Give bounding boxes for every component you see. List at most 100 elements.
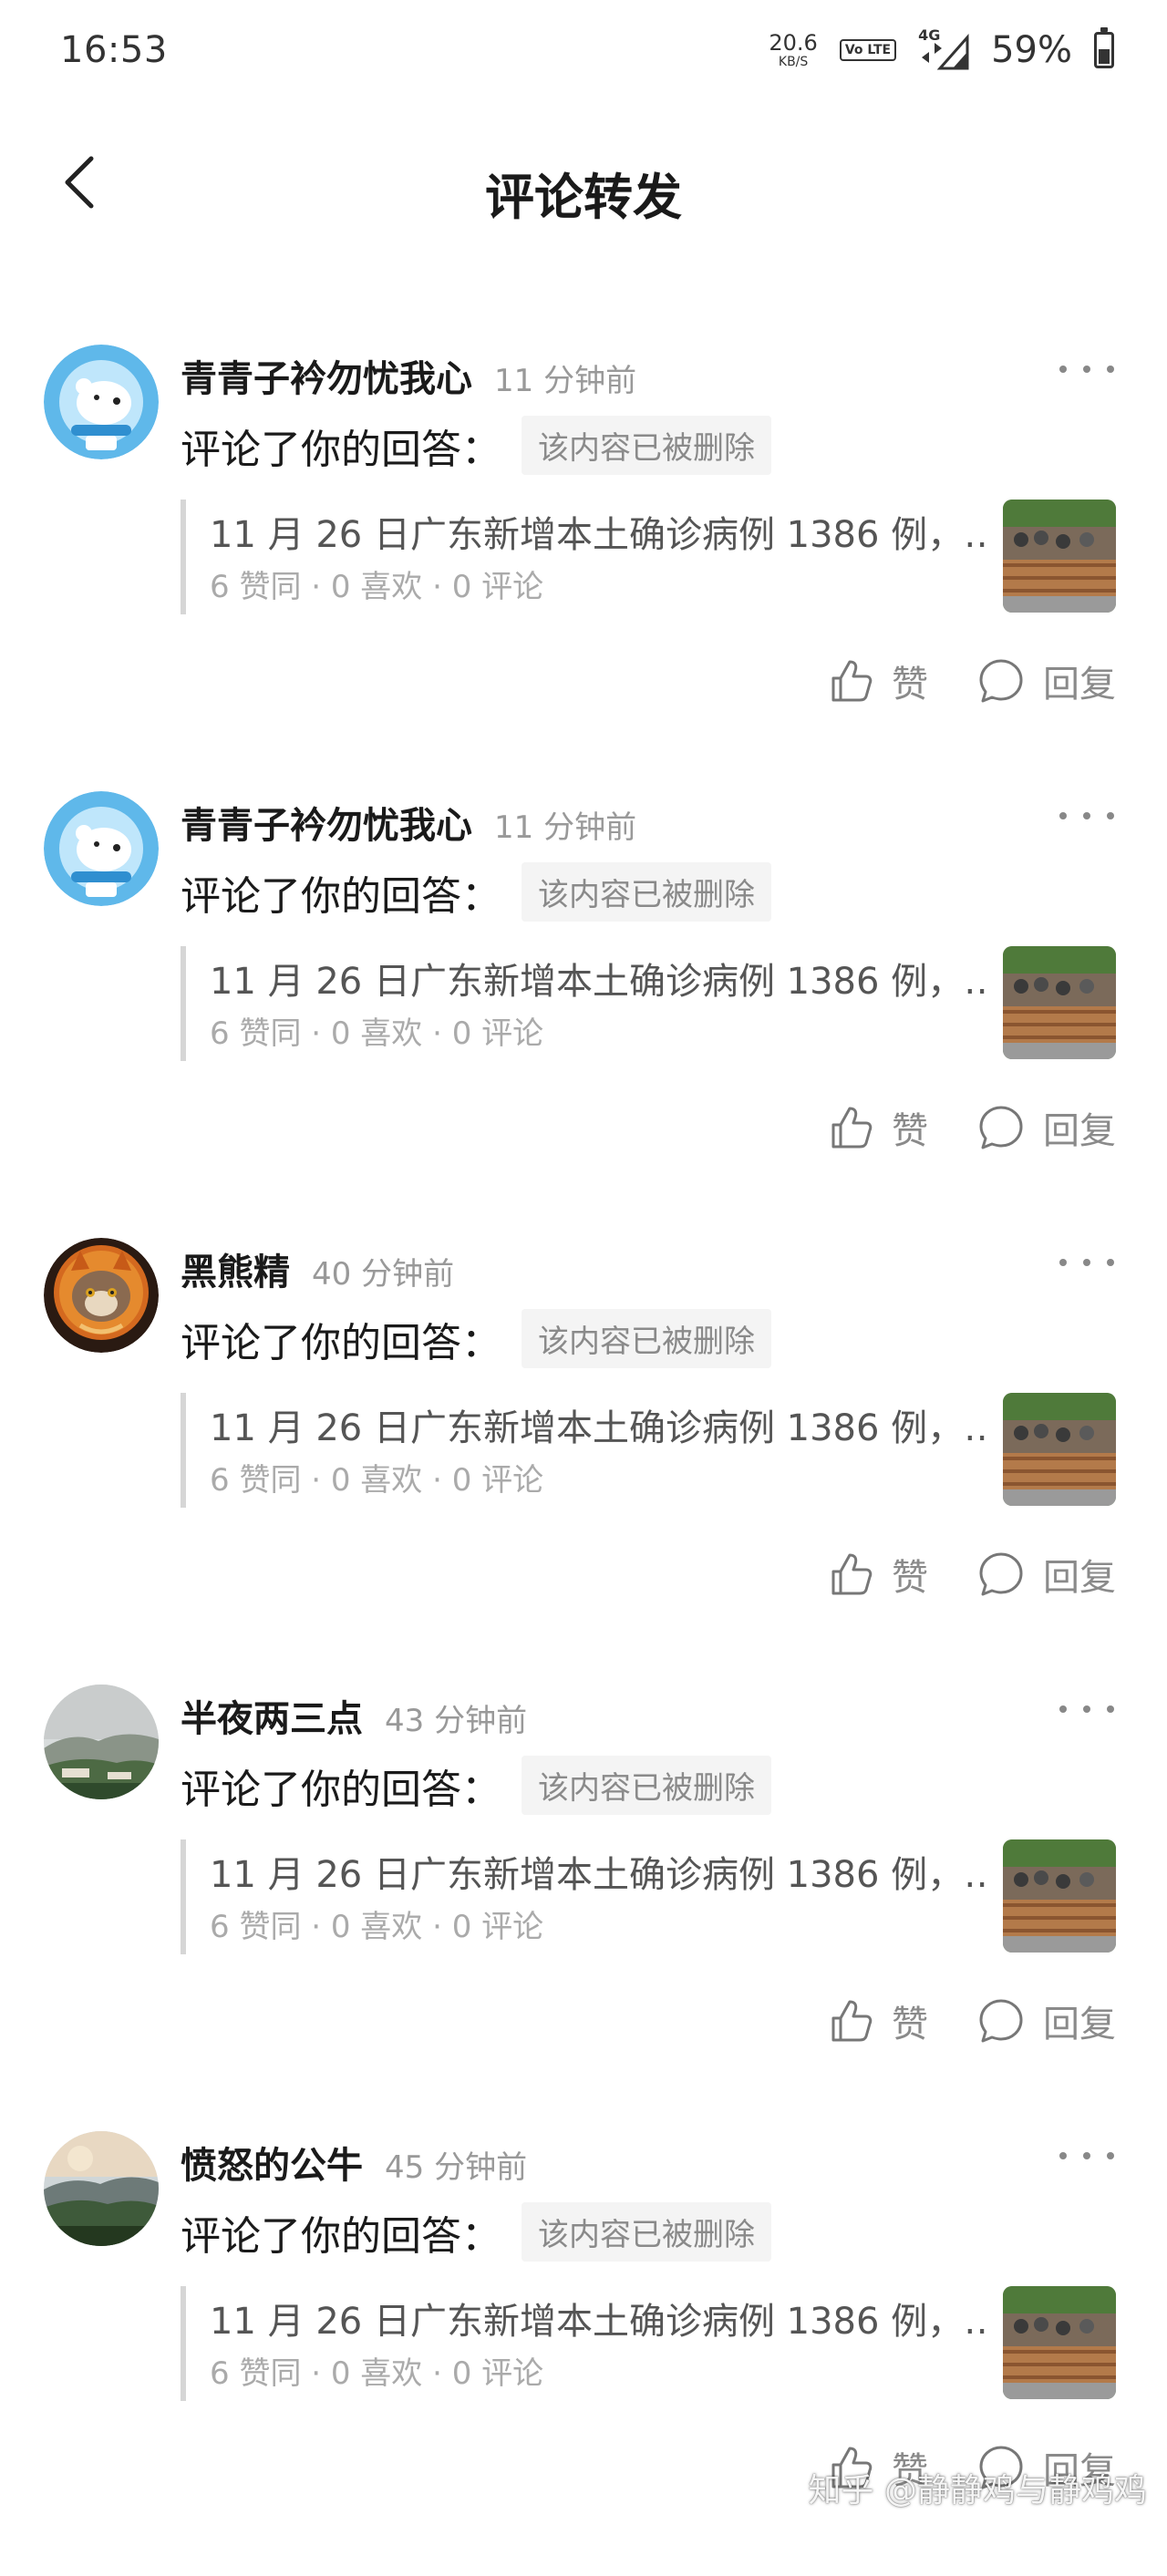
action-text: 评论了你的回答：	[181, 872, 501, 920]
name-row: 愤怒的公牛 45 分钟前	[181, 2136, 527, 2189]
list-item[interactable]: 黑熊精 40 分钟前 评论了你的回答： 该内容已被删除 11 月 26 日广东新…	[0, 1238, 1167, 1683]
reply-button[interactable]: 回复	[977, 1994, 1116, 2047]
name-row: 青青子衿勿忧我心 11 分钟前	[181, 349, 636, 402]
quoted-answer[interactable]: 11 月 26 日广东新增本土确诊病例 1386 例，… 6 赞同 · 0 喜欢…	[181, 2286, 1116, 2401]
deleted-content-tag: 该内容已被删除	[522, 2202, 771, 2262]
avatar[interactable]	[44, 2131, 159, 2246]
quoted-answer[interactable]: 11 月 26 日广东新增本土确诊病例 1386 例，… 6 赞同 · 0 喜欢…	[181, 500, 1116, 614]
quoted-answer[interactable]: 11 月 26 日广东新增本土确诊病例 1386 例，… 6 赞同 · 0 喜欢…	[181, 1393, 1116, 1508]
timestamp: 45 分钟前	[385, 2149, 528, 2186]
more-options-button[interactable]	[1059, 802, 1114, 829]
thumbs-up-icon	[831, 1107, 873, 1149]
signal-icon: 4G	[918, 26, 969, 70]
username[interactable]: 青青子衿勿忧我心	[181, 349, 472, 402]
username[interactable]: 愤怒的公牛	[181, 2136, 363, 2189]
timestamp: 43 分钟前	[385, 1703, 528, 1739]
deleted-content-tag: 该内容已被删除	[522, 416, 771, 475]
more-options-button[interactable]	[1059, 2142, 1114, 2169]
dot-icon	[1083, 812, 1090, 819]
battery-icon	[1094, 27, 1114, 68]
answer-thumbnail	[1003, 2286, 1116, 2399]
like-label: 赞	[892, 1110, 928, 1152]
like-button[interactable]: 赞	[828, 1101, 928, 1154]
more-options-button[interactable]	[1059, 1695, 1114, 1723]
name-row: 黑熊精 40 分钟前	[181, 1242, 454, 1295]
name-row: 青青子衿勿忧我心 11 分钟前	[181, 796, 636, 849]
dot-icon	[1059, 812, 1067, 819]
dot-icon	[1083, 1705, 1090, 1713]
reply-label: 回复	[1043, 664, 1116, 706]
reply-bubble-icon	[979, 1999, 1023, 2043]
dot-icon	[1107, 1259, 1114, 1266]
reply-button[interactable]: 回复	[977, 1548, 1116, 1601]
page-header: 评论转发	[0, 137, 1167, 228]
dot-icon	[1083, 2152, 1090, 2159]
timestamp: 11 分钟前	[494, 363, 637, 399]
avatar[interactable]	[44, 345, 159, 459]
dot-icon	[1059, 2152, 1067, 2159]
cat-in-hood-avatar-icon	[44, 1238, 159, 1353]
username[interactable]: 半夜两三点	[181, 1689, 363, 1742]
reply-label: 回复	[1043, 1110, 1116, 1152]
action-row: 评论了你的回答： 该内容已被删除	[181, 862, 771, 922]
status-bar: 16:53 20.6 KB/S Vo LTE 4G 59%	[0, 0, 1167, 100]
username[interactable]: 黑熊精	[181, 1242, 290, 1295]
reply-bubble-icon	[979, 659, 1023, 703]
action-row: 评论了你的回答： 该内容已被删除	[181, 1756, 771, 1815]
username[interactable]: 青青子衿勿忧我心	[181, 796, 472, 849]
quoted-answer-stats: 6 赞同 · 0 喜欢 · 0 评论	[210, 1462, 544, 1499]
volte-icon: Vo LTE	[839, 39, 897, 61]
thumbs-up-icon	[831, 1553, 873, 1595]
more-options-button[interactable]	[1059, 355, 1114, 383]
answer-thumbnail	[1003, 500, 1116, 613]
dot-icon	[1083, 1259, 1090, 1266]
watermark: 知乎 @静静鸡与静鸡鸡	[808, 2472, 1147, 2509]
timestamp: 40 分钟前	[312, 1256, 455, 1293]
avatar[interactable]	[44, 1685, 159, 1799]
polar-bear-astronaut-avatar-icon	[44, 345, 159, 459]
quoted-answer-title: 11 月 26 日广东新增本土确诊病例 1386 例，…	[210, 514, 985, 556]
reply-label: 回复	[1043, 1557, 1116, 1599]
like-button[interactable]: 赞	[828, 654, 928, 707]
answer-thumbnail	[1003, 1839, 1116, 1953]
reply-button[interactable]: 回复	[977, 1101, 1116, 1154]
sunset-mountain-avatar-icon	[44, 2131, 159, 2246]
avatar[interactable]	[44, 1238, 159, 1353]
dot-icon	[1059, 1259, 1067, 1266]
dot-icon	[1107, 1705, 1114, 1713]
more-options-button[interactable]	[1059, 1249, 1114, 1276]
like-label: 赞	[892, 1557, 928, 1599]
battery-fill	[1099, 48, 1110, 64]
thumbs-up-icon	[831, 660, 873, 702]
like-button[interactable]: 赞	[828, 1548, 928, 1601]
dot-icon	[1083, 366, 1090, 373]
reply-button[interactable]: 回复	[977, 654, 1116, 707]
list-item[interactable]: 青青子衿勿忧我心 11 分钟前 评论了你的回答： 该内容已被删除 11 月 26…	[0, 791, 1167, 1236]
item-actions: 赞 回复	[828, 654, 1116, 707]
quoted-answer-stats: 6 赞同 · 0 喜欢 · 0 评论	[210, 569, 544, 605]
quoted-answer-stats: 6 赞同 · 0 喜欢 · 0 评论	[210, 1909, 544, 1945]
quoted-answer-title: 11 月 26 日广东新增本土确诊病例 1386 例，…	[210, 2301, 985, 2343]
action-text: 评论了你的回答：	[181, 2212, 501, 2260]
dot-icon	[1059, 1705, 1067, 1713]
deleted-content-tag: 该内容已被删除	[522, 1756, 771, 1815]
list-item[interactable]: 青青子衿勿忧我心 11 分钟前 评论了你的回答： 该内容已被删除 11 月 26…	[0, 345, 1167, 789]
reply-bubble-icon	[979, 1552, 1023, 1596]
page-title: 评论转发	[485, 169, 682, 226]
avatar[interactable]	[44, 791, 159, 906]
polar-bear-astronaut-avatar-icon	[44, 791, 159, 906]
quoted-answer-stats: 6 赞同 · 0 喜欢 · 0 评论	[210, 1015, 544, 1052]
status-time: 16:53	[60, 29, 168, 71]
dot-icon	[1107, 812, 1114, 819]
quoted-answer[interactable]: 11 月 26 日广东新增本土确诊病例 1386 例，… 6 赞同 · 0 喜欢…	[181, 946, 1116, 1061]
reply-bubble-icon	[979, 1106, 1023, 1149]
item-actions: 赞 回复	[828, 1101, 1116, 1154]
misty-mountain-avatar-icon	[44, 1685, 159, 1799]
net-speed-unit: KB/S	[778, 55, 809, 69]
quoted-answer[interactable]: 11 月 26 日广东新增本土确诊病例 1386 例，… 6 赞同 · 0 喜欢…	[181, 1839, 1116, 1954]
like-label: 赞	[892, 664, 928, 706]
like-label: 赞	[892, 2004, 928, 2045]
status-icons: 20.6 KB/S Vo LTE 4G 59%	[769, 26, 1114, 71]
list-item[interactable]: 半夜两三点 43 分钟前 评论了你的回答： 该内容已被删除 11 月 26 日广…	[0, 1685, 1167, 2129]
like-button[interactable]: 赞	[828, 1994, 928, 2047]
